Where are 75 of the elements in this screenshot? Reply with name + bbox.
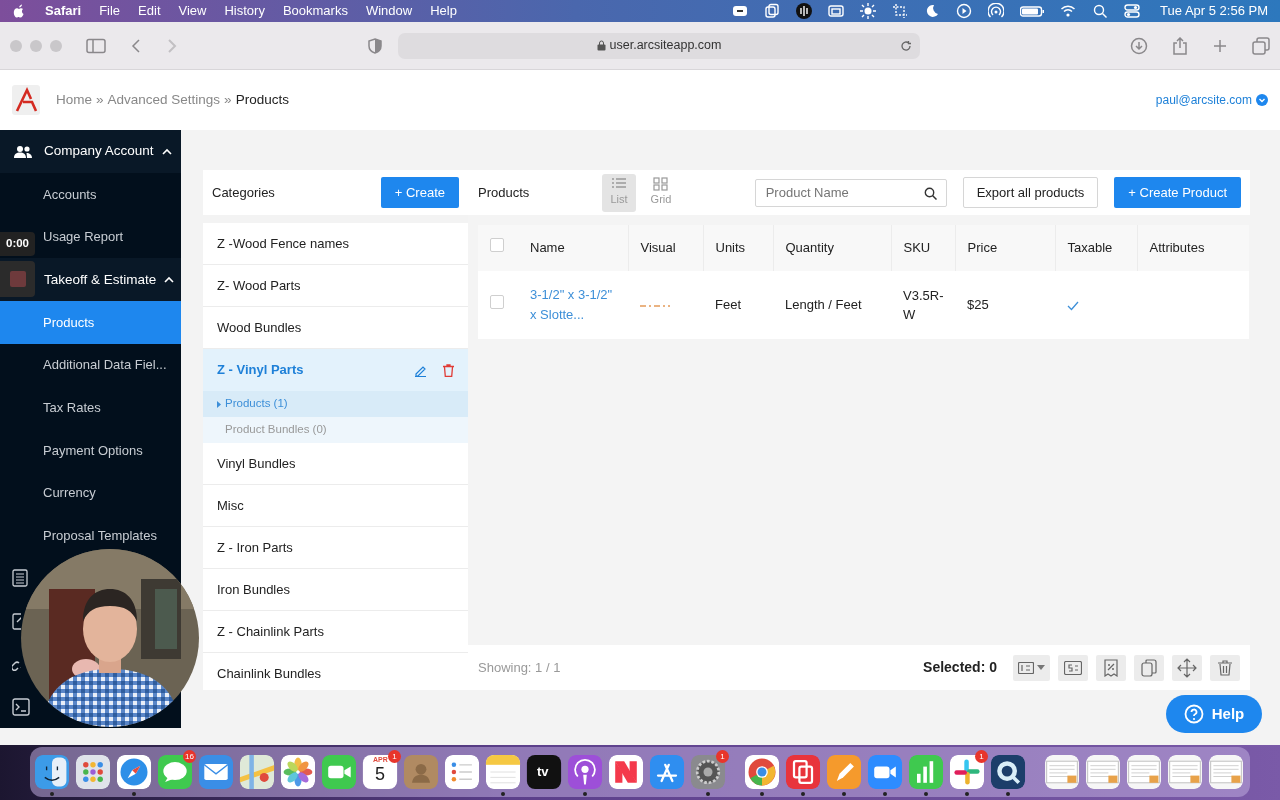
help-button[interactable]: Help bbox=[1166, 695, 1262, 733]
menu-clock: Tue Apr 5 2:56 PM bbox=[1160, 2, 1268, 21]
category-label: Z- Wood Parts bbox=[217, 276, 302, 295]
category-item[interactable]: Iron Bundles bbox=[203, 569, 468, 611]
url-text: user.arcsiteapp.com bbox=[609, 37, 722, 55]
quantity-cell: Length / Feet bbox=[785, 297, 862, 313]
category-label: Z - Iron Parts bbox=[217, 538, 294, 557]
search-field[interactable]: Product Name bbox=[754, 178, 947, 207]
create-product-button[interactable]: + Create Product bbox=[1114, 176, 1241, 209]
category-item[interactable]: Wood Bundles bbox=[203, 307, 468, 349]
column-header: Taxable bbox=[1067, 240, 1113, 256]
category-label: Z -Wood Fence names bbox=[217, 234, 350, 253]
sku-cell-text: V3.5R-W bbox=[903, 286, 944, 324]
notification-badge: 1 bbox=[716, 750, 729, 763]
column-header: Units bbox=[715, 240, 746, 256]
sidebar-item[interactable]: Additional Data Fiel... bbox=[43, 355, 167, 375]
recording-timer: 0:00 bbox=[0, 232, 35, 256]
menu-item[interactable]: View bbox=[169, 1, 216, 21]
column-header: Name bbox=[530, 240, 565, 256]
tv-label: tv bbox=[537, 764, 549, 779]
menu-item[interactable]: Bookmarks bbox=[273, 1, 357, 21]
calendar-day: 5 bbox=[375, 764, 385, 784]
menu-item[interactable]: Window bbox=[356, 1, 422, 21]
category-label: Z - Vinyl Parts bbox=[217, 361, 305, 380]
category-item[interactable]: Chainlink Bundles bbox=[203, 653, 468, 690]
category-item[interactable]: Misc bbox=[203, 485, 468, 527]
breadcrumb-separator: » bbox=[224, 90, 232, 109]
sidebar-item[interactable]: Products bbox=[43, 312, 95, 333]
address-bar[interactable]: user.arcsiteapp.com bbox=[398, 32, 920, 59]
column-header: Attributes bbox=[1149, 240, 1205, 256]
column-header: Price bbox=[967, 240, 998, 256]
sidebar-item[interactable]: Currency bbox=[43, 483, 96, 503]
panel-title: Categories bbox=[212, 183, 275, 202]
category-label: Z - Chainlink Parts bbox=[217, 622, 325, 641]
category-label: Misc bbox=[217, 496, 245, 515]
category-label: Wood Bundles bbox=[217, 318, 303, 337]
column-header: Visual bbox=[640, 240, 676, 256]
menu-item[interactable]: Edit bbox=[129, 1, 170, 21]
subitem-label: Product Bundles (0) bbox=[225, 422, 327, 438]
category-label: Chainlink Bundles bbox=[217, 664, 323, 683]
category-label: Iron Bundles bbox=[217, 580, 291, 599]
selected-count: Selected: 0 bbox=[923, 658, 997, 677]
breadcrumb-current: Products bbox=[235, 90, 289, 109]
breadcrumb-link[interactable]: Advanced Settings bbox=[107, 89, 221, 111]
showing-count: Showing: 1 / 1 bbox=[478, 658, 561, 677]
sidebar-item[interactable]: Accounts bbox=[43, 184, 97, 205]
column-header: SKU bbox=[903, 240, 931, 256]
category-item[interactable]: Z - Chainlink Parts bbox=[203, 611, 468, 653]
breadcrumb-link[interactable]: Home bbox=[56, 89, 92, 111]
column-header: Quantity bbox=[785, 240, 834, 256]
breadcrumb-separator: » bbox=[96, 90, 104, 109]
subitem-label: Products (1) bbox=[225, 396, 288, 412]
sidebar-item[interactable]: Usage Report bbox=[43, 227, 124, 247]
notification-badge: 16 bbox=[183, 750, 196, 763]
notification-badge: 1 bbox=[975, 750, 988, 763]
category-item[interactable]: Z - Iron Parts bbox=[203, 527, 468, 569]
notification-badge: 1 bbox=[388, 750, 401, 763]
category-item[interactable]: Vinyl Bundles bbox=[203, 443, 468, 485]
panel-title: Products bbox=[478, 183, 531, 202]
menu-item[interactable]: Help bbox=[421, 1, 466, 21]
category-item[interactable]: Z - Vinyl Parts bbox=[203, 349, 468, 391]
price-cell: $25 bbox=[967, 297, 989, 313]
units-cell: Feet bbox=[715, 297, 741, 313]
category-item[interactable]: Z -Wood Fence names bbox=[203, 223, 468, 265]
category-label: Vinyl Bundles bbox=[217, 454, 297, 473]
category-item[interactable]: Z- Wood Parts bbox=[203, 265, 468, 307]
create-button[interactable]: + Create bbox=[380, 176, 459, 209]
menu-item[interactable]: History bbox=[215, 1, 274, 21]
app-menu[interactable]: Safari bbox=[36, 1, 91, 21]
sidebar-item[interactable]: Proposal Templates bbox=[43, 525, 157, 546]
export-button[interactable]: Export all products bbox=[962, 176, 1099, 209]
sidebar-item[interactable]: Payment Options bbox=[43, 440, 143, 460]
user-email[interactable]: paul@arcsite.com bbox=[1155, 91, 1252, 109]
sidebar-item[interactable]: Tax Rates bbox=[43, 397, 101, 418]
menu-item[interactable]: File bbox=[90, 1, 130, 21]
